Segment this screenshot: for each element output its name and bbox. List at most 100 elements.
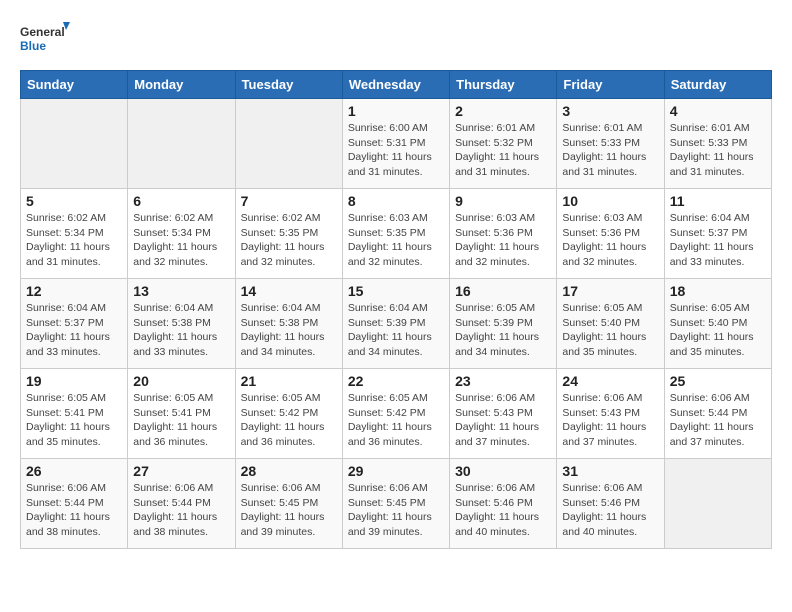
calendar-cell: 10Sunrise: 6:03 AM Sunset: 5:36 PM Dayli… xyxy=(557,189,664,279)
day-info: Sunrise: 6:05 AM Sunset: 5:42 PM Dayligh… xyxy=(348,391,444,450)
header-day-tuesday: Tuesday xyxy=(235,71,342,99)
day-number: 4 xyxy=(670,103,766,119)
day-number: 14 xyxy=(241,283,337,299)
day-number: 30 xyxy=(455,463,551,479)
calendar-cell: 2 Sunrise: 6:01 AM Sunset: 5:32 PM Daylig… xyxy=(450,99,557,189)
day-info: Sunrise: 6:03 AM Sunset: 5:36 PM Dayligh… xyxy=(455,211,551,270)
calendar-cell: 3 Sunrise: 6:01 AM Sunset: 5:33 PM Daylig… xyxy=(557,99,664,189)
day-info: Sunrise: 6:06 AM Sunset: 5:46 PM Dayligh… xyxy=(562,481,658,540)
day-info: Sunrise: 6:06 AM Sunset: 5:44 PM Dayligh… xyxy=(26,481,122,540)
calendar-cell: 11Sunrise: 6:04 AM Sunset: 5:37 PM Dayli… xyxy=(664,189,771,279)
calendar-cell xyxy=(664,459,771,549)
day-info: Sunrise: 6:02 AM Sunset: 5:34 PM Dayligh… xyxy=(133,211,229,270)
day-info: Sunrise: 6:05 AM Sunset: 5:40 PM Dayligh… xyxy=(670,301,766,360)
svg-text:General: General xyxy=(20,25,65,39)
calendar-cell: 18 Sunrise: 6:05 AM Sunset: 5:40 PM Dayli… xyxy=(664,279,771,369)
calendar-cell: 13 Sunrise: 6:04 AM Sunset: 5:38 PM Dayli… xyxy=(128,279,235,369)
day-number: 24 xyxy=(562,373,658,389)
svg-text:Blue: Blue xyxy=(20,39,46,53)
day-number: 3 xyxy=(562,103,658,119)
header-day-saturday: Saturday xyxy=(664,71,771,99)
day-number: 7 xyxy=(241,193,337,209)
calendar-cell: 30Sunrise: 6:06 AM Sunset: 5:46 PM Dayli… xyxy=(450,459,557,549)
logo: General Blue xyxy=(20,20,70,60)
header: General Blue xyxy=(20,20,772,60)
day-info: Sunrise: 6:06 AM Sunset: 5:44 PM Dayligh… xyxy=(670,391,766,450)
day-number: 19 xyxy=(26,373,122,389)
calendar-cell: 15 Sunrise: 6:04 AM Sunset: 5:39 PM Dayli… xyxy=(342,279,449,369)
header-day-friday: Friday xyxy=(557,71,664,99)
calendar-cell: 12Sunrise: 6:04 AM Sunset: 5:37 PM Dayli… xyxy=(21,279,128,369)
day-number: 23 xyxy=(455,373,551,389)
calendar-cell: 7 Sunrise: 6:02 AM Sunset: 5:35 PM Daylig… xyxy=(235,189,342,279)
day-info: Sunrise: 6:05 AM Sunset: 5:41 PM Dayligh… xyxy=(133,391,229,450)
day-info: Sunrise: 6:06 AM Sunset: 5:45 PM Dayligh… xyxy=(241,481,337,540)
days-header-row: SundayMondayTuesdayWednesdayThursdayFrid… xyxy=(21,71,772,99)
day-info: Sunrise: 6:03 AM Sunset: 5:35 PM Dayligh… xyxy=(348,211,444,270)
calendar-cell: 4 Sunrise: 6:01 AM Sunset: 5:33 PM Daylig… xyxy=(664,99,771,189)
day-info: Sunrise: 6:01 AM Sunset: 5:33 PM Dayligh… xyxy=(562,121,658,180)
calendar-cell xyxy=(21,99,128,189)
calendar-cell: 27 Sunrise: 6:06 AM Sunset: 5:44 PM Dayli… xyxy=(128,459,235,549)
week-row-2: 5Sunrise: 6:02 AM Sunset: 5:34 PM Daylig… xyxy=(21,189,772,279)
day-info: Sunrise: 6:01 AM Sunset: 5:32 PM Dayligh… xyxy=(455,121,551,180)
day-number: 17 xyxy=(562,283,658,299)
week-row-1: 1Sunrise: 6:00 AM Sunset: 5:31 PM Daylig… xyxy=(21,99,772,189)
calendar-cell: 23 Sunrise: 6:06 AM Sunset: 5:43 PM Dayli… xyxy=(450,369,557,459)
day-info: Sunrise: 6:06 AM Sunset: 5:45 PM Dayligh… xyxy=(348,481,444,540)
day-info: Sunrise: 6:05 AM Sunset: 5:41 PM Dayligh… xyxy=(26,391,122,450)
calendar-cell: 25 Sunrise: 6:06 AM Sunset: 5:44 PM Dayli… xyxy=(664,369,771,459)
day-number: 21 xyxy=(241,373,337,389)
day-number: 29 xyxy=(348,463,444,479)
day-number: 20 xyxy=(133,373,229,389)
day-info: Sunrise: 6:04 AM Sunset: 5:38 PM Dayligh… xyxy=(241,301,337,360)
calendar-cell: 17Sunrise: 6:05 AM Sunset: 5:40 PM Dayli… xyxy=(557,279,664,369)
calendar-cell: 24 Sunrise: 6:06 AM Sunset: 5:43 PM Dayli… xyxy=(557,369,664,459)
day-info: Sunrise: 6:03 AM Sunset: 5:36 PM Dayligh… xyxy=(562,211,658,270)
calendar-cell xyxy=(128,99,235,189)
calendar-cell: 20 Sunrise: 6:05 AM Sunset: 5:41 PM Dayli… xyxy=(128,369,235,459)
day-number: 28 xyxy=(241,463,337,479)
day-number: 11 xyxy=(670,193,766,209)
day-number: 31 xyxy=(562,463,658,479)
day-info: Sunrise: 6:06 AM Sunset: 5:43 PM Dayligh… xyxy=(562,391,658,450)
header-day-sunday: Sunday xyxy=(21,71,128,99)
day-info: Sunrise: 6:06 AM Sunset: 5:43 PM Dayligh… xyxy=(455,391,551,450)
day-number: 25 xyxy=(670,373,766,389)
day-number: 27 xyxy=(133,463,229,479)
calendar-cell: 26 Sunrise: 6:06 AM Sunset: 5:44 PM Dayli… xyxy=(21,459,128,549)
day-info: Sunrise: 6:04 AM Sunset: 5:38 PM Dayligh… xyxy=(133,301,229,360)
calendar-cell: 16 Sunrise: 6:05 AM Sunset: 5:39 PM Dayli… xyxy=(450,279,557,369)
calendar-cell: 21 Sunrise: 6:05 AM Sunset: 5:42 PM Dayli… xyxy=(235,369,342,459)
day-number: 16 xyxy=(455,283,551,299)
day-info: Sunrise: 6:05 AM Sunset: 5:39 PM Dayligh… xyxy=(455,301,551,360)
day-info: Sunrise: 6:00 AM Sunset: 5:31 PM Dayligh… xyxy=(348,121,444,180)
calendar-cell: 29 Sunrise: 6:06 AM Sunset: 5:45 PM Dayli… xyxy=(342,459,449,549)
calendar-cell: 19 Sunrise: 6:05 AM Sunset: 5:41 PM Dayli… xyxy=(21,369,128,459)
week-row-4: 19 Sunrise: 6:05 AM Sunset: 5:41 PM Dayli… xyxy=(21,369,772,459)
calendar-cell: 9Sunrise: 6:03 AM Sunset: 5:36 PM Daylig… xyxy=(450,189,557,279)
week-row-5: 26 Sunrise: 6:06 AM Sunset: 5:44 PM Dayli… xyxy=(21,459,772,549)
day-number: 2 xyxy=(455,103,551,119)
calendar-cell: 8 Sunrise: 6:03 AM Sunset: 5:35 PM Daylig… xyxy=(342,189,449,279)
calendar-cell: 1Sunrise: 6:00 AM Sunset: 5:31 PM Daylig… xyxy=(342,99,449,189)
day-info: Sunrise: 6:02 AM Sunset: 5:34 PM Dayligh… xyxy=(26,211,122,270)
calendar-cell xyxy=(235,99,342,189)
day-number: 26 xyxy=(26,463,122,479)
calendar-cell: 5Sunrise: 6:02 AM Sunset: 5:34 PM Daylig… xyxy=(21,189,128,279)
calendar-cell: 28 Sunrise: 6:06 AM Sunset: 5:45 PM Dayli… xyxy=(235,459,342,549)
day-number: 13 xyxy=(133,283,229,299)
day-info: Sunrise: 6:06 AM Sunset: 5:44 PM Dayligh… xyxy=(133,481,229,540)
day-info: Sunrise: 6:01 AM Sunset: 5:33 PM Dayligh… xyxy=(670,121,766,180)
calendar-cell: 6Sunrise: 6:02 AM Sunset: 5:34 PM Daylig… xyxy=(128,189,235,279)
calendar-cell: 14 Sunrise: 6:04 AM Sunset: 5:38 PM Dayli… xyxy=(235,279,342,369)
day-info: Sunrise: 6:04 AM Sunset: 5:37 PM Dayligh… xyxy=(26,301,122,360)
day-number: 18 xyxy=(670,283,766,299)
day-info: Sunrise: 6:04 AM Sunset: 5:39 PM Dayligh… xyxy=(348,301,444,360)
day-info: Sunrise: 6:02 AM Sunset: 5:35 PM Dayligh… xyxy=(241,211,337,270)
calendar-cell: 31 Sunrise: 6:06 AM Sunset: 5:46 PM Dayli… xyxy=(557,459,664,549)
day-number: 15 xyxy=(348,283,444,299)
calendar-cell: 22Sunrise: 6:05 AM Sunset: 5:42 PM Dayli… xyxy=(342,369,449,459)
day-info: Sunrise: 6:05 AM Sunset: 5:42 PM Dayligh… xyxy=(241,391,337,450)
day-number: 8 xyxy=(348,193,444,209)
